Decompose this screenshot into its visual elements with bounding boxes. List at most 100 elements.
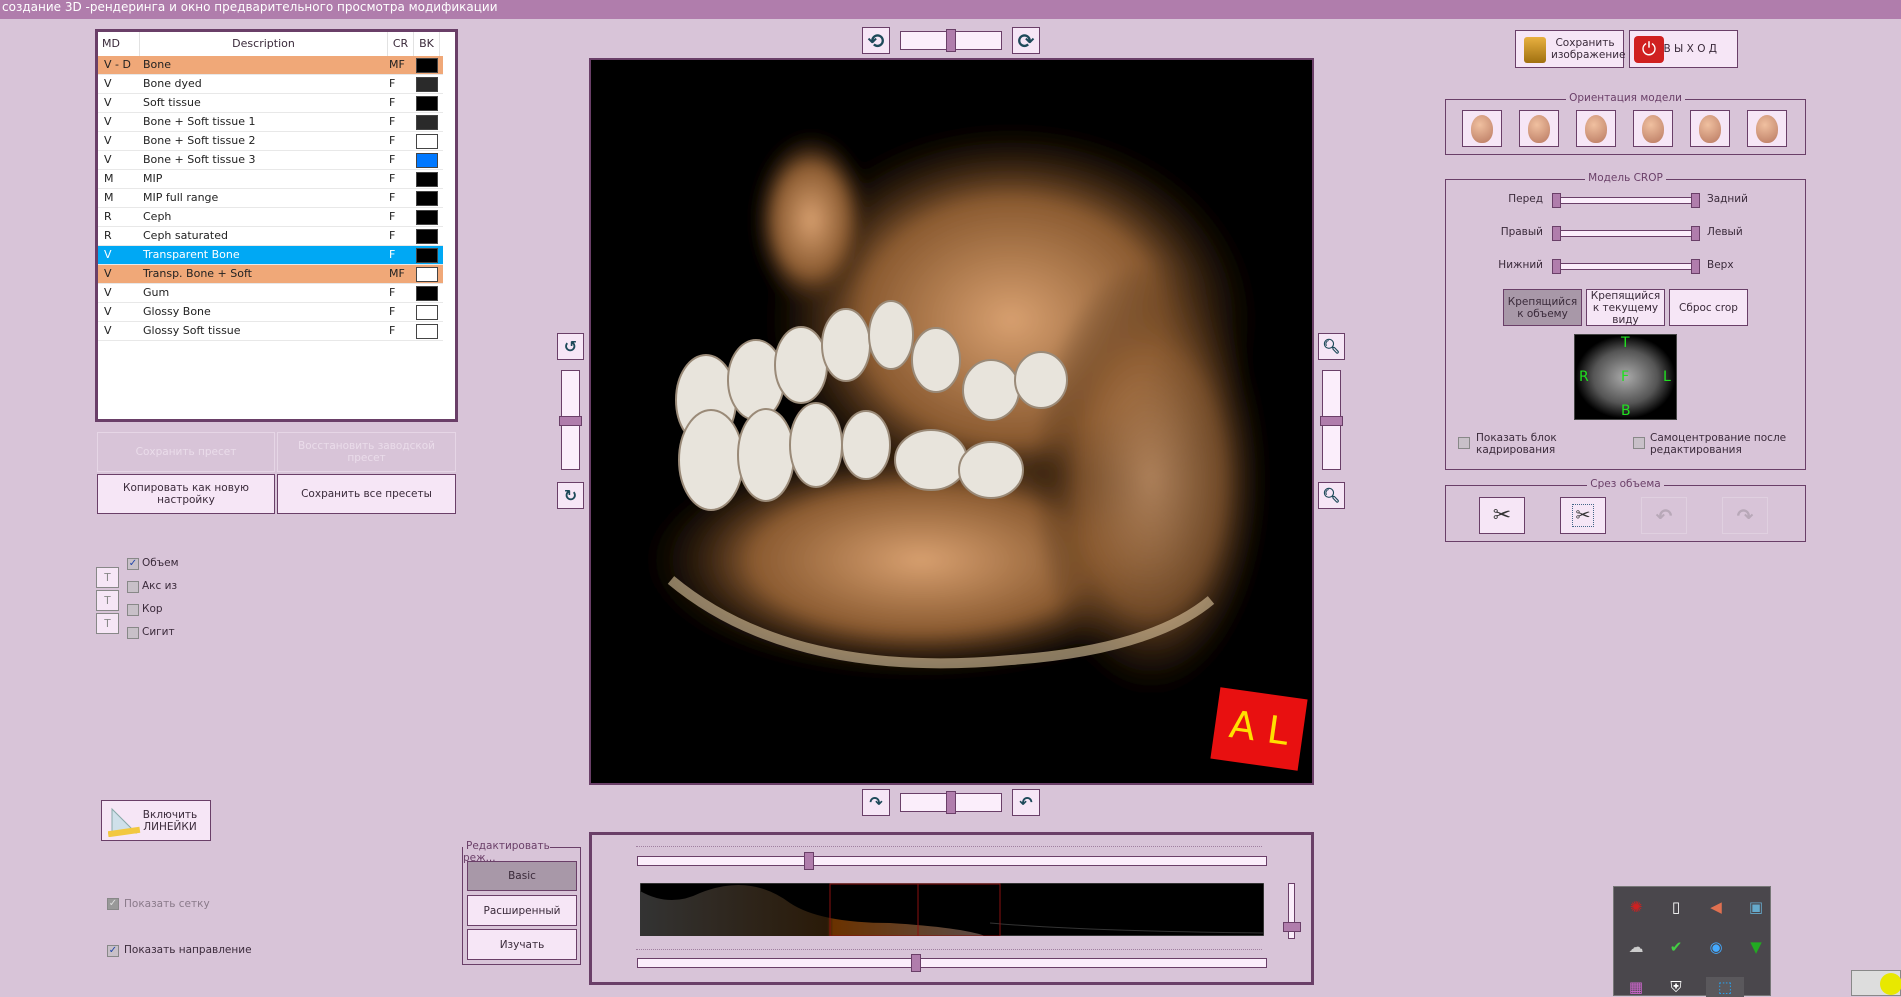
row-bk-swatch[interactable] [416,115,438,130]
undo-icon[interactable]: ↶ [1641,497,1687,534]
download-icon[interactable]: ▼ [1746,937,1766,957]
row-bk-swatch[interactable] [416,210,438,225]
orient-front-button[interactable] [1462,110,1502,147]
row-bk-swatch[interactable] [416,229,438,244]
orient-bottom-button[interactable] [1747,110,1787,147]
snip-icon[interactable]: ⬚ [1706,977,1744,997]
table-row[interactable]: R Ceph saturated F [98,227,443,246]
save-image-button[interactable]: Сохранить изображение [1515,30,1625,68]
cloud-off-icon[interactable]: ☁ [1626,937,1646,957]
table-row[interactable]: V Gum F [98,284,443,303]
scissors-icon[interactable]: ✂ [1479,497,1525,534]
show-crop-box-checkbox[interactable] [1458,437,1470,449]
save-all-presets-button[interactable]: Сохранить все пресеты [277,474,456,514]
opacity-slider[interactable] [1283,883,1301,939]
table-row[interactable]: V Bone + Soft tissue 3 F [98,151,443,170]
network-icon[interactable]: ✺ [1626,897,1646,917]
key-icon[interactable]: ◉ [1706,937,1726,957]
crop-max-thumb[interactable] [1691,193,1700,208]
mode-basic-button[interactable]: Basic [467,861,577,891]
row-bk-swatch[interactable] [416,191,438,206]
coronal-t-button[interactable]: T [96,590,119,611]
tilt-up-button[interactable]: ↺ [557,333,584,360]
slider-thumb[interactable] [946,29,956,52]
slider-thumb[interactable] [946,791,956,814]
zoom-out-button[interactable]: 🔍︎ [1318,333,1345,360]
orientation-cube[interactable]: A L [1210,687,1308,771]
table-row[interactable]: V Bone + Soft tissue 2 F [98,132,443,151]
range-slider[interactable] [637,954,1267,972]
col-description[interactable]: Description [140,32,388,56]
zoom-slider[interactable] [1320,370,1343,470]
crop-min-thumb[interactable] [1552,193,1561,208]
row-bk-swatch[interactable] [416,267,438,282]
mode-advanced-button[interactable]: Расширенный [467,895,577,926]
slider-thumb[interactable] [804,852,814,870]
roll-left-button[interactable]: ↷ [862,789,890,816]
printer-check-icon[interactable]: ✔ [1666,937,1686,957]
crop-max-thumb[interactable] [1691,259,1700,274]
redo-icon[interactable]: ↷ [1722,497,1768,534]
taskbar-widget[interactable] [1851,970,1901,996]
col-cr[interactable]: CR [388,32,414,56]
copy-as-new-button[interactable]: Копировать как новую настройку [97,474,275,514]
app-icon[interactable]: ▦ [1626,977,1646,997]
sagittal-t-button[interactable]: T [96,613,119,634]
table-row[interactable]: M MIP full range F [98,189,443,208]
display-icon[interactable]: ▣ [1746,897,1766,917]
crop-slider-2[interactable] [1552,259,1700,274]
row-bk-swatch[interactable] [416,248,438,263]
col-bk[interactable]: BK [414,32,440,56]
enable-rulers-button[interactable]: Включить ЛИНЕЙКИ [101,800,211,841]
roll-right-button[interactable]: ↶ [1012,789,1040,816]
table-row[interactable]: V Bone dyed F [98,75,443,94]
orient-top-button[interactable] [1690,110,1730,147]
table-row[interactable]: V Glossy Bone F [98,303,443,322]
bottom-rotation-slider[interactable] [900,791,1002,814]
crop-thumbnail[interactable]: T B R L F [1574,334,1677,420]
row-bk-swatch[interactable] [416,134,438,149]
row-bk-swatch[interactable] [416,153,438,168]
table-row[interactable]: V Transparent Bone F [98,246,443,265]
autocenter-checkbox[interactable] [1633,437,1645,449]
orient-left-button[interactable] [1633,110,1673,147]
histogram[interactable] [640,883,1264,936]
window-level-slider[interactable] [637,852,1267,870]
restore-factory-preset-button[interactable]: Восстановить заводской пресет [277,432,456,472]
crop-min-thumb[interactable] [1552,259,1561,274]
zoom-in-button[interactable]: 🔍︎ [1318,482,1345,509]
orient-right-button[interactable] [1576,110,1616,147]
attach-to-view-button[interactable]: Крепящийся к текущему виду [1586,289,1665,326]
slider-thumb[interactable] [911,954,921,972]
table-row[interactable]: R Ceph F [98,208,443,227]
box-scissors-icon[interactable]: ✂ [1560,497,1606,534]
show-grid-checkbox[interactable]: ✓ [107,898,119,910]
axial-t-button[interactable]: T [96,567,119,588]
col-md[interactable]: MD [98,32,140,56]
preset-table[interactable]: MD Description CR BK V - D Bone MF V Bone dy… [95,29,458,422]
row-bk-swatch[interactable] [416,96,438,111]
crop-slider-0[interactable] [1552,193,1700,208]
crop-min-thumb[interactable] [1552,226,1561,241]
exit-button[interactable]: ⏻ В Ы Х О Д [1629,30,1738,68]
tilt-down-button[interactable]: ↻ [557,482,584,509]
table-row[interactable]: V Transp. Bone + Soft MF [98,265,443,284]
row-bk-swatch[interactable] [416,77,438,92]
usb-icon[interactable]: ▯ [1666,897,1686,917]
row-bk-swatch[interactable] [416,324,438,339]
table-row[interactable]: V - D Bone MF [98,56,443,75]
slider-thumb[interactable] [1320,416,1343,426]
table-row[interactable]: V Soft tissue F [98,94,443,113]
row-bk-swatch[interactable] [416,305,438,320]
rotate-ccw-button[interactable]: ⟲ [862,27,890,54]
table-row[interactable]: M MIP F [98,170,443,189]
table-row[interactable]: V Glossy Soft tissue F [98,322,443,341]
orient-back-button[interactable] [1519,110,1559,147]
reset-crop-button[interactable]: Сброс crop [1669,289,1748,326]
3d-render-viewport[interactable]: A L [589,58,1314,785]
coronal-checkbox[interactable] [127,604,139,616]
row-bk-swatch[interactable] [416,286,438,301]
show-direction-checkbox[interactable]: ✓ [107,945,119,957]
attach-to-volume-button[interactable]: Крепящийся к объему [1503,289,1582,326]
row-bk-swatch[interactable] [416,58,438,73]
